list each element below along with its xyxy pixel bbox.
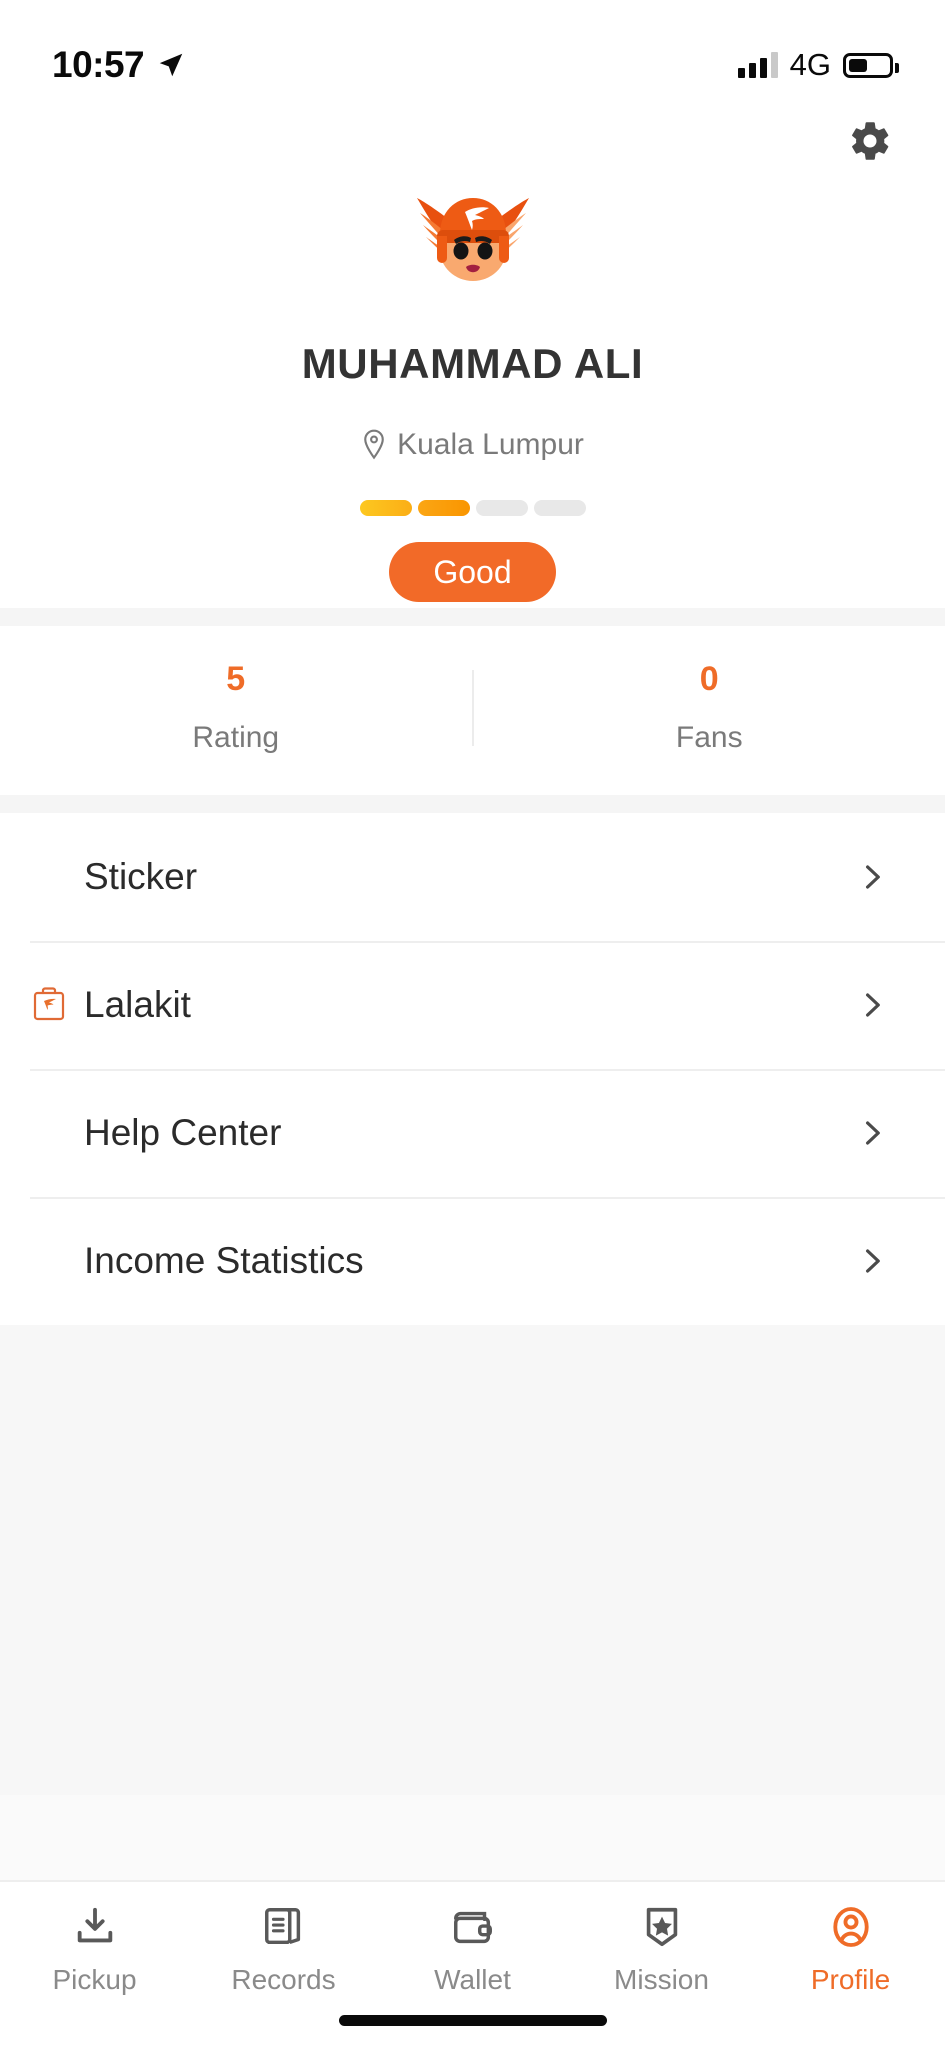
page-title: MUHAMMAD ALI	[0, 340, 945, 388]
lalakit-toolbox-icon	[30, 985, 68, 1025]
menu-item-label: Lalakit	[84, 984, 857, 1026]
bottom-nav: Pickup Records Wallet Mission	[0, 1880, 945, 2048]
menu-item-label: Sticker	[84, 856, 857, 898]
status-time: 10:57	[52, 44, 144, 86]
tab-profile[interactable]: Profile	[756, 1904, 945, 1996]
chevron-right-icon	[857, 990, 887, 1020]
tab-label: Wallet	[434, 1964, 511, 1996]
stat-label: Rating	[0, 721, 472, 755]
menu-icon-wrap	[30, 985, 84, 1025]
shield-star-icon	[639, 1904, 685, 1950]
menu-item-sticker[interactable]: Sticker	[0, 813, 945, 941]
status-bar-left: 10:57	[52, 44, 186, 86]
level-progress	[0, 500, 945, 516]
settings-row	[0, 100, 945, 164]
stat-fans[interactable]: 0 Fans	[474, 660, 945, 755]
chevron-right-icon	[857, 1118, 887, 1148]
tab-label: Profile	[811, 1964, 890, 1996]
level-segment	[360, 500, 412, 516]
section-divider	[0, 795, 945, 813]
app-screen: 10:57 4G	[0, 0, 945, 2048]
menu-item-lalakit[interactable]: Lalakit	[0, 941, 945, 1069]
tab-wallet[interactable]: Wallet	[378, 1904, 567, 1996]
stats-section: 5 Rating 0 Fans	[0, 626, 945, 795]
chevron-right-icon	[857, 1246, 887, 1276]
tab-label: Pickup	[52, 1964, 136, 1996]
rider-helmet-avatar[interactable]	[409, 172, 537, 300]
stat-rating[interactable]: 5 Rating	[0, 660, 472, 755]
status-badge: Good	[389, 542, 555, 602]
signal-bars-icon	[738, 52, 778, 78]
location-arrow-icon	[156, 50, 186, 80]
chevron-right-icon	[857, 862, 887, 892]
section-divider	[0, 608, 945, 626]
location-label: Kuala Lumpur	[397, 428, 584, 462]
battery-icon	[843, 53, 893, 78]
tab-mission[interactable]: Mission	[567, 1904, 756, 1996]
level-segment	[476, 500, 528, 516]
profile-card: MUHAMMAD ALI Kuala Lumpur Good	[0, 100, 945, 608]
tab-records[interactable]: Records	[189, 1904, 378, 1996]
menu-list: Sticker Lalakit Help Center	[0, 813, 945, 1325]
tab-pickup[interactable]: Pickup	[0, 1904, 189, 1996]
stat-label: Fans	[474, 721, 945, 755]
gear-icon[interactable]	[847, 118, 893, 164]
menu-item-income-statistics[interactable]: Income Statistics	[0, 1197, 945, 1325]
location-row: Kuala Lumpur	[0, 428, 945, 462]
document-list-icon	[261, 1904, 307, 1950]
menu-item-label: Help Center	[84, 1112, 857, 1154]
tab-label: Mission	[614, 1964, 709, 1996]
level-segment	[418, 500, 470, 516]
status-bar-right: 4G	[738, 47, 893, 83]
menu-item-label: Income Statistics	[84, 1240, 857, 1282]
stat-value: 0	[474, 660, 945, 699]
level-segment	[534, 500, 586, 516]
status-bar: 10:57 4G	[0, 0, 945, 100]
menu-item-help-center[interactable]: Help Center	[0, 1069, 945, 1197]
network-label: 4G	[790, 47, 831, 83]
person-circle-icon	[828, 1904, 874, 1950]
stat-value: 5	[0, 660, 472, 699]
empty-area	[0, 1325, 945, 1795]
home-indicator	[339, 2015, 607, 2026]
avatar-wrap	[0, 172, 945, 300]
map-pin-icon	[361, 429, 387, 461]
download-inbox-icon	[72, 1904, 118, 1950]
tab-label: Records	[231, 1964, 335, 1996]
badge-wrap: Good	[0, 542, 945, 602]
wallet-icon	[450, 1904, 496, 1950]
